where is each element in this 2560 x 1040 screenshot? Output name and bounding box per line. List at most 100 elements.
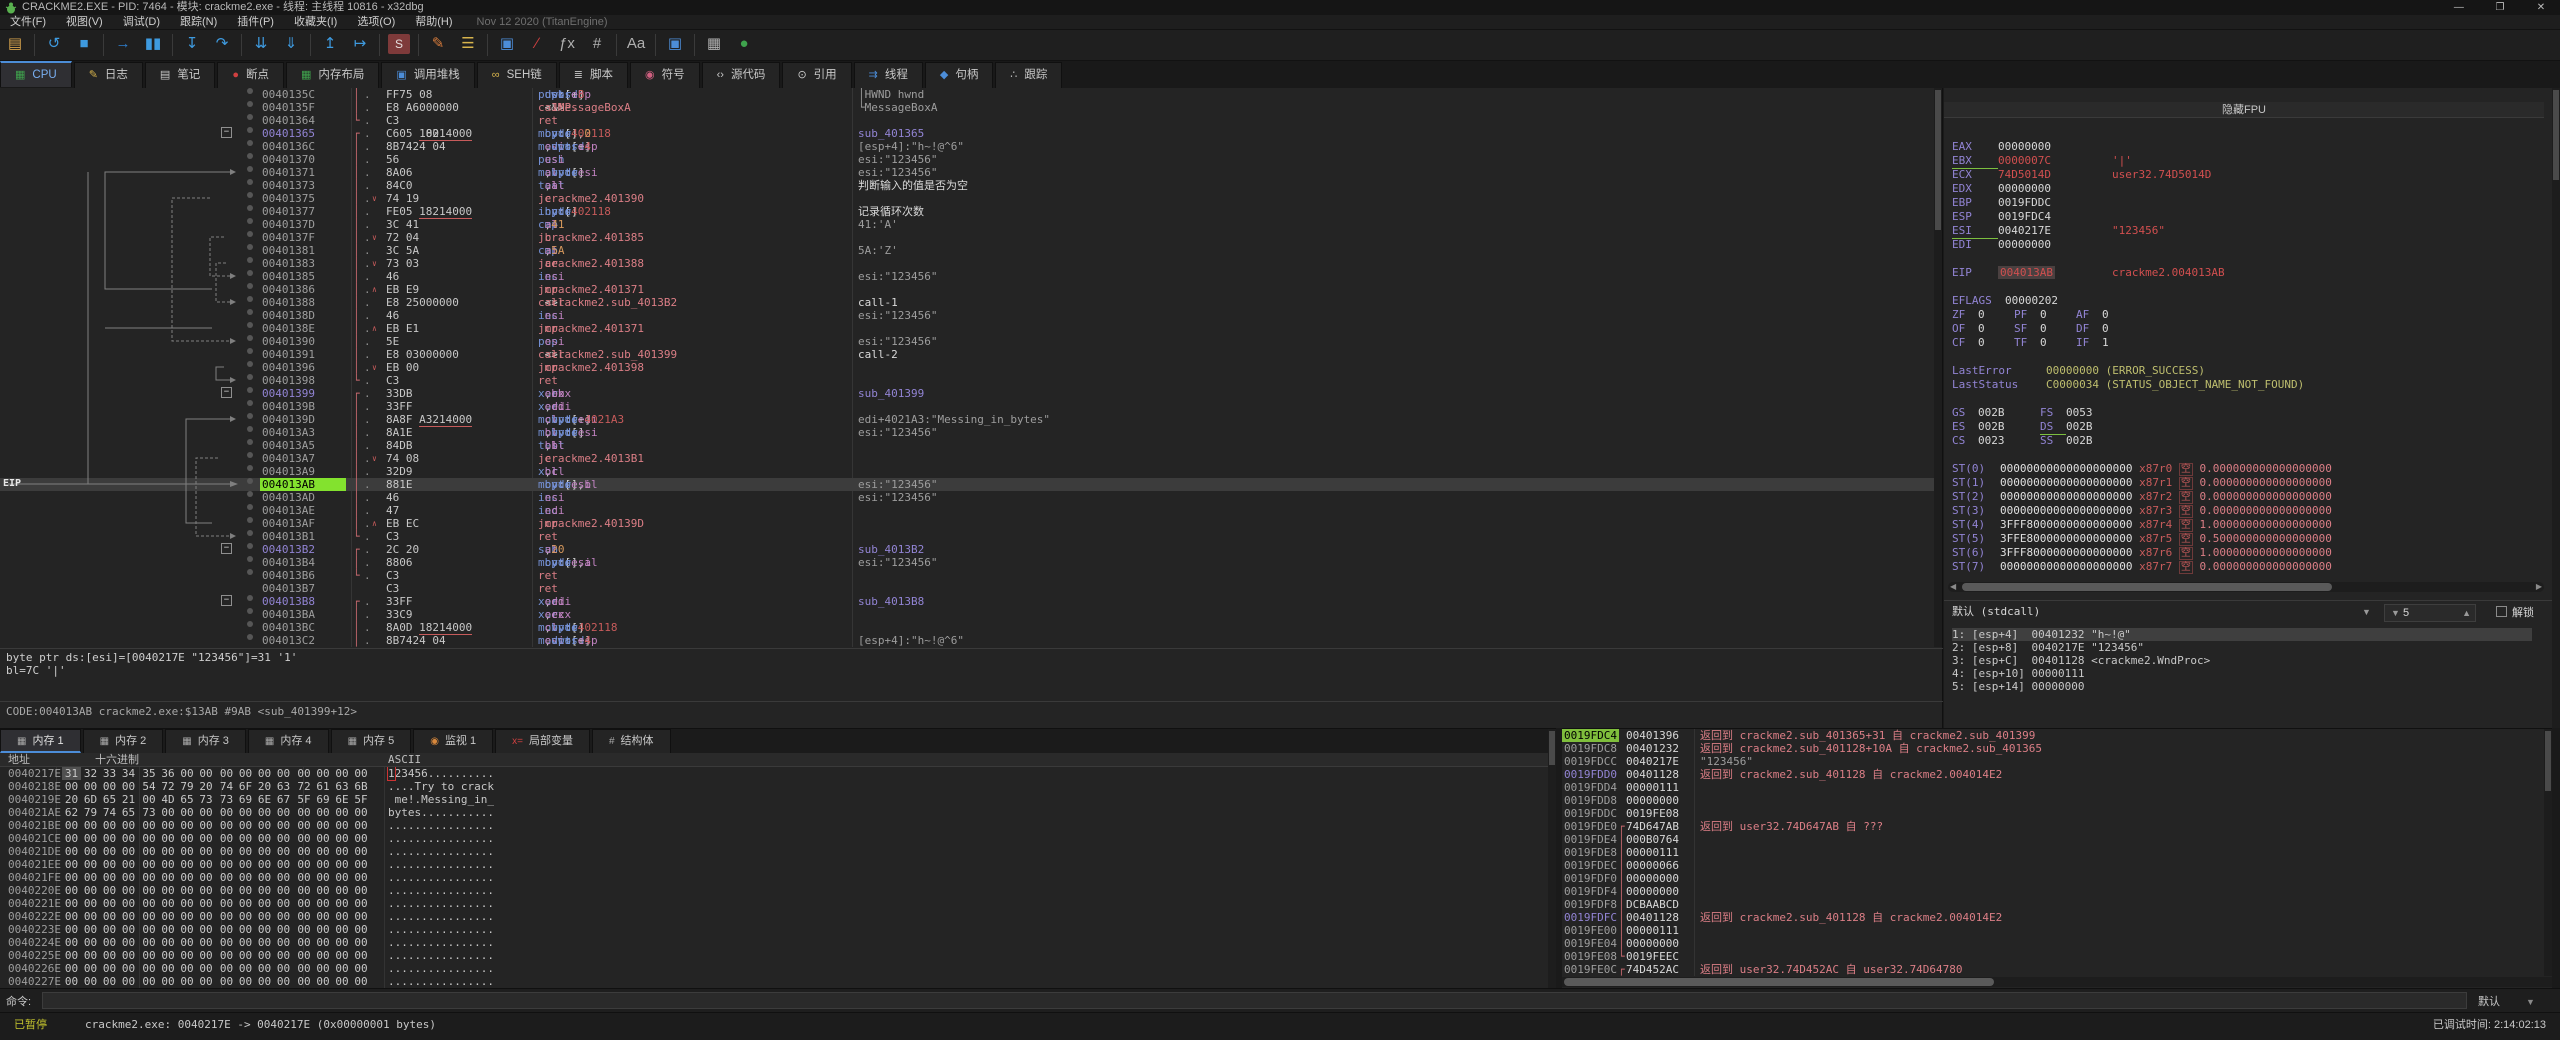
stack-row[interactable]: 0019FDFC│00401128返回到 crackme2.sub_401128… xyxy=(1562,911,2552,924)
stack-row[interactable]: 0019FDD000401128返回到 crackme2.sub_401128 … xyxy=(1562,768,2552,781)
fx-icon[interactable]: ƒx xyxy=(552,30,582,60)
convention-select[interactable]: 默认 (stdcall) xyxy=(1944,605,2040,618)
disasm-row[interactable]: 00401371│.8A06mov al,byte ptr ds:[esi]es… xyxy=(0,166,1935,179)
breakpoint-dot-icon[interactable] xyxy=(247,361,253,367)
restart-icon[interactable]: ↺ xyxy=(39,30,69,60)
snapshot-icon[interactable]: ▣ xyxy=(660,30,690,60)
stack-row[interactable]: 0019FDF0│00000000 xyxy=(1562,872,2552,885)
dump-row[interactable]: 004021CE00000000000000000000000000000000… xyxy=(0,832,1548,845)
register-row[interactable]: EBX0000007C'|' xyxy=(1952,154,2544,168)
breakpoint-dot-icon[interactable] xyxy=(247,569,253,575)
disasm-row[interactable]: 00401377│.FE05 18214000inc byte ptr ds:[… xyxy=(0,205,1935,218)
stop-icon[interactable]: ■ xyxy=(69,30,99,60)
maximize-button[interactable]: ❐ xyxy=(2481,0,2519,15)
pause-icon[interactable]: ▮▮ xyxy=(138,30,168,60)
calculator-icon[interactable]: ▦ xyxy=(699,30,729,60)
register-row[interactable]: ZF0PF0AF0 xyxy=(1952,308,2544,322)
dump-row[interactable]: 0040223E00000000000000000000000000000000… xyxy=(0,923,1548,936)
breakpoint-dot-icon[interactable] xyxy=(247,322,253,328)
stack-row[interactable]: 0019FDE0┌74D647AB返回到 user32.74D647AB 自 ?… xyxy=(1562,820,2552,833)
disasm-row[interactable]: 004013C2│.8B7424 04mov esi,dword ptr ss:… xyxy=(0,634,1935,647)
stack-row[interactable]: 0019FE08└0019FEEC xyxy=(1562,950,2552,963)
stack-row[interactable]: 0019FDC400401396返回到 crackme2.sub_401365+… xyxy=(1562,729,2552,742)
stack-row[interactable]: 0019FDE4│000B0764 xyxy=(1562,833,2552,846)
fold-toggle-icon[interactable]: − xyxy=(221,127,232,138)
breakpoint-dot-icon[interactable] xyxy=(247,192,253,198)
dump-scrollbar[interactable] xyxy=(1548,729,1556,989)
dump-row[interactable]: 004021AE62797465730000000000000000000000… xyxy=(0,806,1548,819)
disasm-row[interactable]: −00401365┌.C605 18214000 00mov byte ptr … xyxy=(0,127,1935,140)
disasm-row[interactable]: 004013BC│.8A0D 18214000mov cl,byte ptr d… xyxy=(0,621,1935,634)
disasm-row[interactable]: 0040139D│.8A8F A3214000mov cl,byte ptr d… xyxy=(0,413,1935,426)
stack-row[interactable]: 0019FDDC0019FE08 xyxy=(1562,807,2552,820)
disasm-row[interactable]: 00401383│.∨73 03jae crackme2.401388 xyxy=(0,257,1935,270)
minimize-button[interactable]: — xyxy=(2440,0,2478,15)
tab-符号[interactable]: ◉符号 xyxy=(630,62,700,88)
breakpoint-dot-icon[interactable] xyxy=(247,413,253,419)
disasm-row[interactable]: 00401391│.E8 03000000call <crackme2.sub_… xyxy=(0,348,1935,361)
disasm-row[interactable]: 004013AE│.47inc edi xyxy=(0,504,1935,517)
register-row[interactable]: EAX00000000 xyxy=(1952,140,2544,154)
dump-row[interactable]: 004021BE00000000000000000000000000000000… xyxy=(0,819,1548,832)
disasm-row[interactable]: 00401386│.∧EB E9jmp crackme2.401371 xyxy=(0,283,1935,296)
disasm-row[interactable]: 00401398└.C3ret xyxy=(0,374,1935,387)
dump-row[interactable]: 0040220E00000000000000000000000000000000… xyxy=(0,884,1548,897)
breakpoint-dot-icon[interactable] xyxy=(247,465,253,471)
breakpoint-dot-icon[interactable] xyxy=(247,478,253,484)
dump-tab-局部变量[interactable]: x=局部变量 xyxy=(495,729,590,753)
stack-sc rollbar[interactable] xyxy=(2544,729,2552,976)
breakpoint-dot-icon[interactable] xyxy=(247,140,253,146)
step-into-icon[interactable]: ↧ xyxy=(177,30,207,60)
register-row[interactable]: LastError00000000 (ERROR_SUCCESS) xyxy=(1952,364,2544,378)
breakpoint-dot-icon[interactable] xyxy=(247,504,253,510)
dump-tab-内存 5[interactable]: ▦内存 5 xyxy=(331,729,412,753)
arg-count-spinner[interactable]: ▼ 5 ▲ xyxy=(2384,604,2476,622)
breakpoint-dot-icon[interactable] xyxy=(247,179,253,185)
breakpoint-dot-icon[interactable] xyxy=(247,374,253,380)
register-row[interactable]: ST(0)00000000000000000000 x87r0 空 0.0000… xyxy=(1952,462,2544,476)
stack-h-scrollbar[interactable] xyxy=(1562,977,2552,987)
menu-item[interactable]: 文件(F) xyxy=(0,15,56,30)
disasm-row[interactable]: 0040136C│.8B7424 04mov esi,dword ptr ss:… xyxy=(0,140,1935,153)
breakpoint-dot-icon[interactable] xyxy=(247,309,253,315)
disassembly-scrollbar[interactable] xyxy=(1934,88,1942,647)
memory-icon[interactable]: ▣ xyxy=(492,30,522,60)
menu-item[interactable]: 调试(D) xyxy=(113,15,170,30)
menu-item[interactable]: 选项(O) xyxy=(347,15,405,30)
register-row[interactable]: OF0SF0DF0 xyxy=(1952,322,2544,336)
disasm-row[interactable]: 00401388│.E8 25000000call <crackme2.sub_… xyxy=(0,296,1935,309)
stack-row[interactable]: 0019FDC800401232返回到 crackme2.sub_401128+… xyxy=(1562,742,2552,755)
unlock-checkbox[interactable]: 解锁 xyxy=(2496,604,2534,622)
globe-icon[interactable]: ● xyxy=(729,30,759,60)
breakpoint-dot-icon[interactable] xyxy=(247,257,253,263)
stack-row[interactable]: 0019FDF4│00000000 xyxy=(1562,885,2552,898)
tab-线程[interactable]: ⇉线程 xyxy=(854,62,923,88)
disasm-row[interactable]: 004013A5│.84DBtest bl,bl xyxy=(0,439,1935,452)
register-row[interactable]: CF0TF0IF1 xyxy=(1952,336,2544,350)
menu-item[interactable]: 收藏夹(I) xyxy=(284,15,347,30)
dump-tab-内存 3[interactable]: ▦内存 3 xyxy=(165,729,246,753)
breakpoint-dot-icon[interactable] xyxy=(247,517,253,523)
command-profile-select[interactable]: 默认▼ xyxy=(2478,993,2535,1009)
tab-断点[interactable]: ●断点 xyxy=(217,62,284,88)
dump-tab-内存 4[interactable]: ▦内存 4 xyxy=(248,729,329,753)
register-row[interactable]: ESI0040217E"123456" xyxy=(1952,224,2544,238)
step-over-icon[interactable]: ↷ xyxy=(207,30,237,60)
disasm-row[interactable]: 004013A9│.32D9xor bl,cl xyxy=(0,465,1935,478)
disasm-row[interactable]: 0040138E│.∧EB E1jmp crackme2.401371 xyxy=(0,322,1935,335)
argument-row[interactable]: 2: [esp+8] 0040217E "123456" xyxy=(1952,641,2532,654)
breakpoint-dot-icon[interactable] xyxy=(247,114,253,120)
animate-icon[interactable]: S xyxy=(388,34,410,54)
dump-tab-监视 1[interactable]: ◉监视 1 xyxy=(413,729,493,753)
breakpoint-dot-icon[interactable] xyxy=(247,530,253,536)
step-out-icon[interactable]: ↥ xyxy=(315,30,345,60)
dump-row[interactable]: 0040218E0000000054727920746F20637261636B… xyxy=(0,780,1548,793)
breakpoint-dot-icon[interactable] xyxy=(247,127,253,133)
stack-row[interactable]: 0019FDCC0040217E"123456" xyxy=(1562,755,2552,768)
open-file-icon[interactable]: ▤ xyxy=(0,30,30,60)
stack-row[interactable]: 0019FDEC│00000066 xyxy=(1562,859,2552,872)
command-input[interactable] xyxy=(42,992,2467,1009)
breakpoint-dot-icon[interactable] xyxy=(247,400,253,406)
breakpoint-dot-icon[interactable] xyxy=(247,244,253,250)
register-row[interactable]: EDI00000000 xyxy=(1952,238,2544,252)
